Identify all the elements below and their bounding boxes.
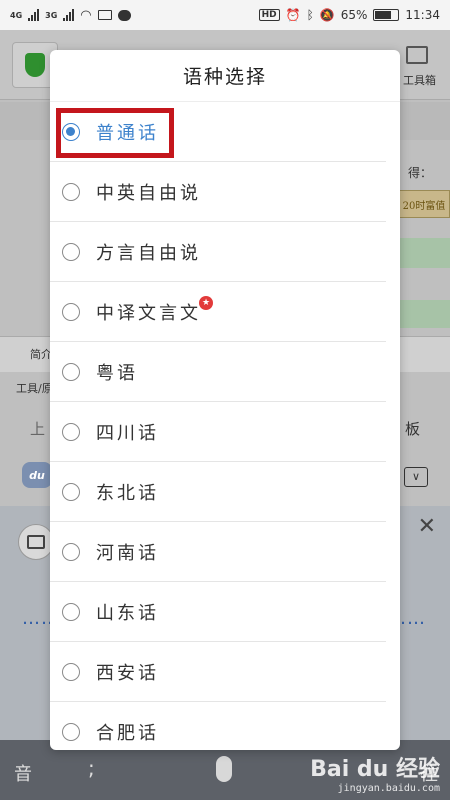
signal-icon bbox=[28, 9, 40, 21]
language-option-classical-chinese[interactable]: 中译文言文 ★ bbox=[50, 282, 386, 342]
star-badge-icon: ★ bbox=[199, 295, 213, 310]
board-text: 板 bbox=[404, 420, 420, 438]
language-option-list: 普通话 中英自由说 方言自由说 中译文言文 ★ 粤语 四川话 东北话 河南话 山… bbox=[50, 102, 400, 750]
radio-icon[interactable] bbox=[62, 362, 80, 381]
radio-icon[interactable] bbox=[62, 662, 80, 681]
hd-icon: HD bbox=[258, 9, 280, 21]
radio-icon[interactable] bbox=[62, 182, 80, 201]
network-type-2: 3G bbox=[45, 10, 58, 20]
radio-selected-icon[interactable] bbox=[62, 122, 80, 141]
status-right: HD ⏰ ᛒ 🔕 65% 11:34 bbox=[258, 8, 440, 22]
keyboard-yin-key: 音 bbox=[14, 764, 32, 785]
language-option-label: 中译文言文 bbox=[96, 302, 201, 324]
language-option-label: 河南话 bbox=[96, 542, 159, 564]
language-option-label: 方言自由说 bbox=[96, 242, 201, 264]
keyboard-semicolon-key: ; bbox=[88, 756, 95, 780]
microphone-icon bbox=[216, 756, 232, 782]
language-option-label: 东北话 bbox=[96, 482, 159, 504]
background-right-text: 得： bbox=[407, 166, 432, 180]
green-block-2 bbox=[400, 300, 450, 328]
briefcase-icon bbox=[18, 524, 54, 560]
bluetooth-icon: ᛒ bbox=[306, 8, 314, 22]
language-option-shandong[interactable]: 山东话 bbox=[50, 582, 386, 642]
status-left: 4G 3G ◠ bbox=[10, 8, 131, 23]
toolbox-label: 工具箱 bbox=[403, 74, 436, 87]
radio-icon[interactable] bbox=[62, 722, 80, 741]
battery-percent: 65% bbox=[340, 8, 368, 22]
language-option-dongbei[interactable]: 东北话 bbox=[50, 462, 386, 522]
green-block bbox=[400, 238, 450, 268]
radio-icon[interactable] bbox=[62, 422, 80, 441]
toolbox-icon bbox=[406, 46, 428, 64]
clock: 11:34 bbox=[405, 8, 440, 22]
language-option-label: 西安话 bbox=[96, 662, 159, 684]
dialog-title: 语种选择 bbox=[50, 50, 400, 102]
wealth-badge: 20时富值 bbox=[398, 190, 450, 218]
mute-icon: 🔕 bbox=[319, 8, 335, 22]
radio-icon[interactable] bbox=[62, 542, 80, 561]
language-select-dialog: 语种选择 普通话 中英自由说 方言自由说 中译文言文 ★ 粤语 四川话 东北话 … bbox=[50, 50, 400, 750]
radio-icon[interactable] bbox=[62, 602, 80, 621]
close-icon: ✕ bbox=[417, 514, 436, 539]
up-text: 上 bbox=[30, 420, 46, 438]
language-option-mandarin[interactable]: 普通话 bbox=[50, 102, 386, 162]
language-option-label: 合肥话 bbox=[96, 722, 159, 744]
signal-icon-2 bbox=[63, 9, 75, 21]
language-option-label: 粤语 bbox=[96, 362, 138, 384]
alarm-icon: ⏰ bbox=[285, 8, 301, 22]
network-type-1: 4G bbox=[10, 10, 23, 20]
language-option-label: 四川话 bbox=[96, 422, 159, 444]
baidu-du-logo: du bbox=[22, 462, 52, 488]
keyboard-right-key: 往 bbox=[420, 764, 438, 785]
wifi-icon: ◠ bbox=[80, 7, 92, 23]
language-option-cantonese[interactable]: 粤语 bbox=[50, 342, 386, 402]
intro-tab: 简介 bbox=[30, 348, 52, 361]
language-option-dialect-free[interactable]: 方言自由说 bbox=[50, 222, 386, 282]
keyboard-notification-icon bbox=[97, 10, 112, 20]
language-option-chinese-english[interactable]: 中英自由说 bbox=[50, 162, 386, 222]
radio-icon[interactable] bbox=[62, 482, 80, 501]
tools-row-label: 工具/原 bbox=[16, 382, 53, 395]
chevron-down-icon: ∨ bbox=[404, 467, 428, 487]
language-option-sichuan[interactable]: 四川话 bbox=[50, 402, 386, 462]
language-option-henan[interactable]: 河南话 bbox=[50, 522, 386, 582]
status-bar: 4G 3G ◠ HD ⏰ ᛒ 🔕 65% 11:34 bbox=[0, 0, 450, 30]
language-option-label: 山东话 bbox=[96, 602, 159, 624]
language-option-label: 中英自由说 bbox=[96, 182, 201, 204]
radio-icon[interactable] bbox=[62, 302, 80, 321]
radio-icon[interactable] bbox=[62, 242, 80, 261]
language-option-label: 普通话 bbox=[96, 122, 159, 144]
message-notification-icon bbox=[117, 9, 131, 21]
language-option-xian[interactable]: 西安话 bbox=[50, 642, 386, 702]
language-option-hefei[interactable]: 合肥话 bbox=[50, 702, 386, 750]
battery-icon bbox=[373, 9, 400, 21]
